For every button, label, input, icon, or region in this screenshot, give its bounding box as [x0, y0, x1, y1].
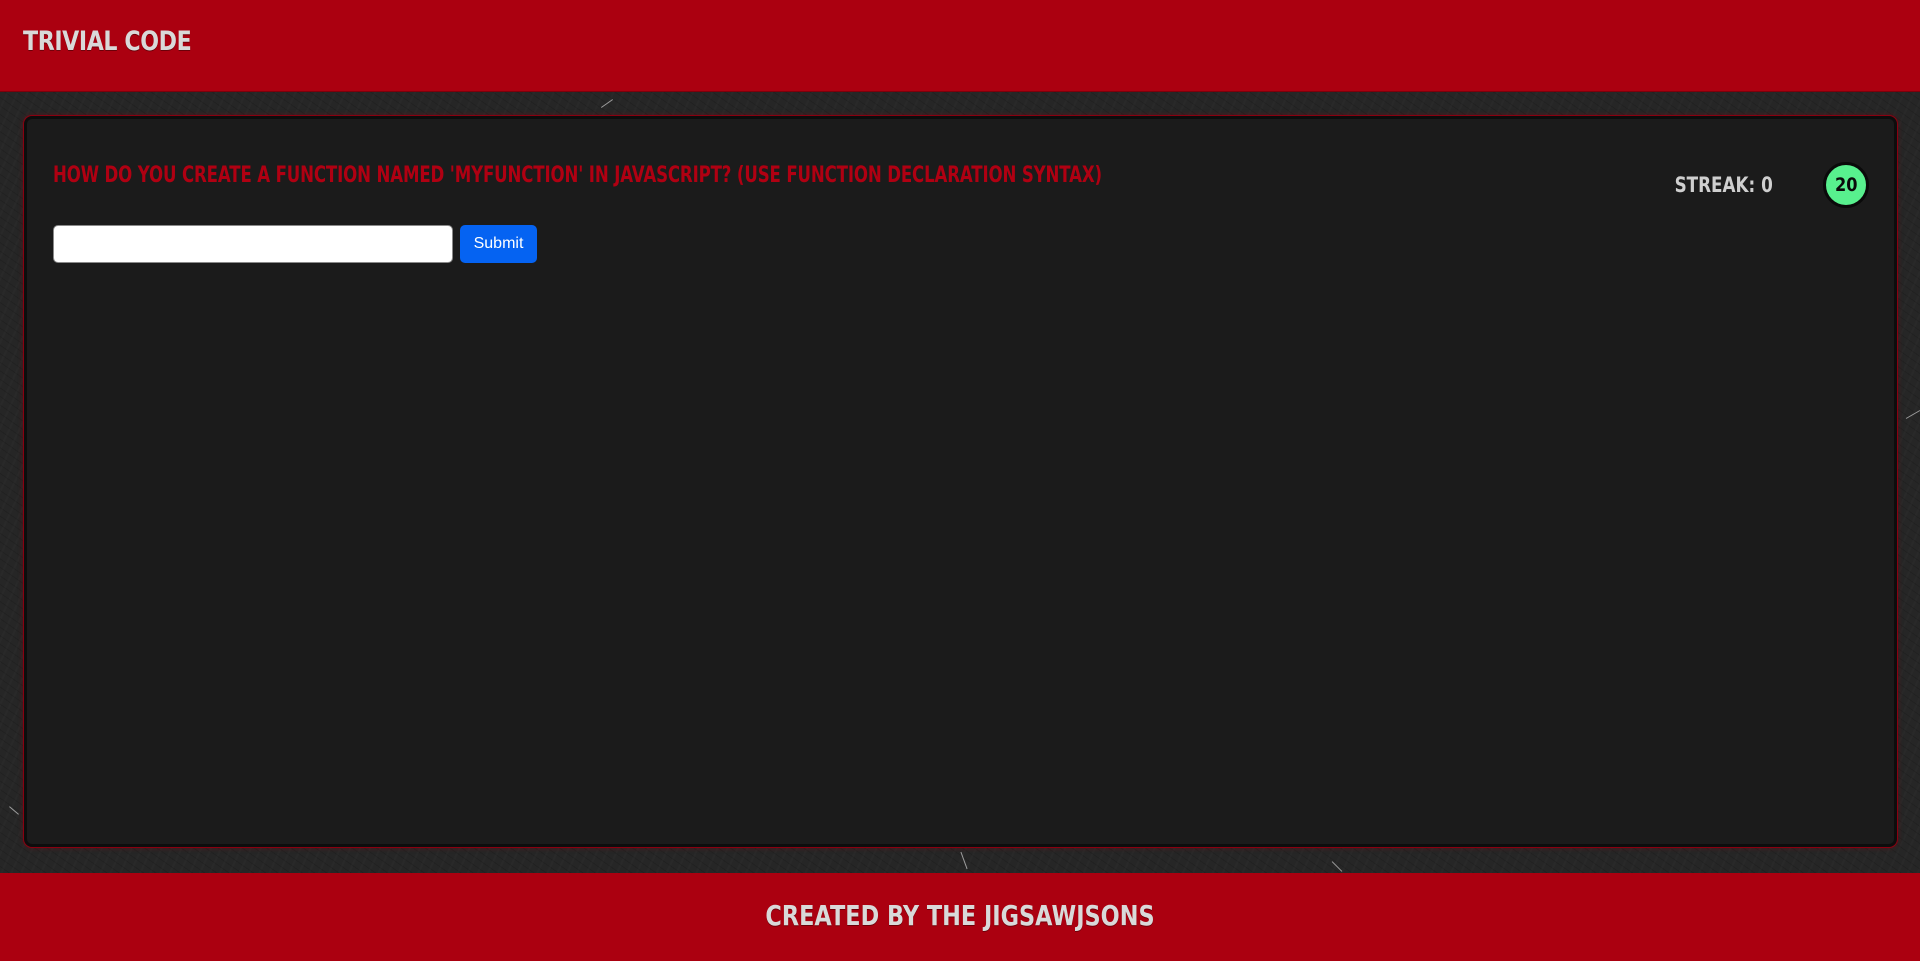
page-background: Trivial Code How do you create a functio… [0, 0, 1920, 961]
background-scratch [1905, 410, 1920, 419]
quiz-card: How do you create a function named 'myFu… [24, 116, 1897, 847]
timer-value: 20 [1834, 174, 1858, 196]
site-title: Trivial Code [23, 26, 192, 57]
question-text: How do you create a function named 'myFu… [53, 163, 1102, 188]
background-scratch [1331, 861, 1343, 872]
background-scratch [600, 99, 614, 108]
site-footer: Created by the JigsawJsons [0, 873, 1920, 961]
footer-credit: Created by the JigsawJsons [765, 899, 1155, 932]
site-header: Trivial Code [0, 0, 1920, 92]
background-scratch [9, 806, 19, 815]
countdown-timer: 20 [1823, 162, 1869, 208]
answer-input[interactable] [53, 225, 453, 263]
streak-counter: Streak: 0 [1674, 173, 1773, 197]
background-scratch [960, 851, 968, 870]
submit-button[interactable]: Submit [460, 225, 537, 263]
